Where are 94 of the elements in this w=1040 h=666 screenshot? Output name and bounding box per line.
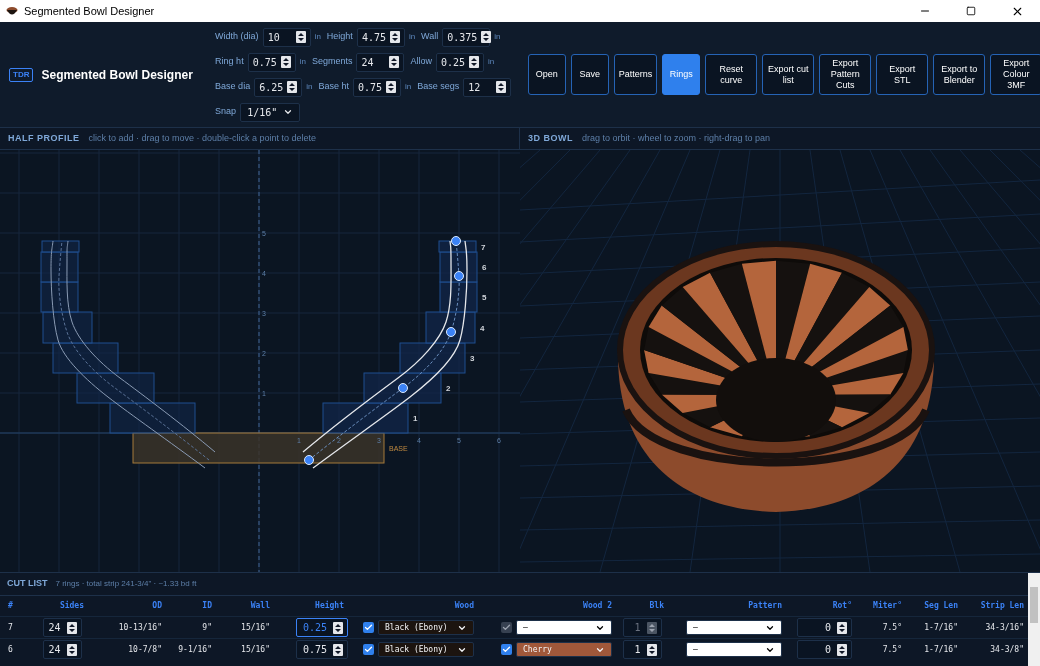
- table-cell-text: 1-7/16": [923, 643, 958, 656]
- unit-label: in: [404, 81, 412, 93]
- column-header: Strip Len: [979, 600, 1024, 612]
- wood-select[interactable]: Cherry: [516, 642, 612, 657]
- toolbar-button[interactable]: Reset curve: [705, 54, 758, 95]
- logo-badge: TDR: [9, 67, 34, 82]
- number-field[interactable]: 24: [356, 52, 405, 72]
- column-header: Wall: [249, 600, 270, 612]
- column-header: OD: [151, 600, 162, 612]
- wood-select[interactable]: Black (Ebony): [378, 642, 474, 657]
- snap-select[interactable]: 1/16": [240, 102, 301, 122]
- field-label: Base dia: [215, 80, 251, 94]
- wood-select[interactable]: Black (Ebony): [378, 620, 474, 635]
- ring-number: 4: [480, 323, 485, 333]
- table-cell-text: 1-7/16": [923, 621, 958, 634]
- window-title: Segmented Bowl Designer: [24, 3, 156, 19]
- toolbar-button[interactable]: Export Pattern Cuts: [819, 54, 872, 95]
- number-field[interactable]: 24: [42, 640, 82, 659]
- unit-label: in: [314, 31, 321, 43]
- ring-number: 3: [470, 354, 475, 363]
- ring-number: 7: [481, 243, 486, 252]
- unit-label: in: [494, 31, 501, 43]
- panel-title: HALF PROFILE: [8, 131, 80, 145]
- column-header: #: [8, 600, 14, 612]
- table-cell-text: 7.5°: [881, 643, 902, 656]
- table-cell-text: 10-13/16": [117, 621, 162, 634]
- column-header: Wood 2: [582, 600, 612, 612]
- field-label: Width (dia): [215, 30, 259, 44]
- column-header: Blk: [648, 600, 665, 612]
- field-label: Ring ht: [215, 55, 244, 69]
- number-field[interactable]: 1: [622, 640, 662, 659]
- toolbar-button[interactable]: Save: [570, 54, 609, 95]
- column-header: Pattern: [747, 600, 782, 612]
- ring-number: 5: [482, 293, 487, 302]
- toolbar-button[interactable]: Patterns: [613, 54, 658, 95]
- wood-select[interactable]: –: [516, 620, 612, 635]
- number-field[interactable]: 0: [797, 618, 852, 637]
- table-cell-text: 34-3/8": [989, 643, 1024, 656]
- column-header: Wood: [453, 600, 474, 612]
- table-cell-text: 34-3/16": [984, 621, 1024, 634]
- ring-number: 6: [482, 263, 487, 272]
- number-field[interactable]: 0.25: [435, 52, 484, 72]
- panel-title: CUT LIST: [7, 577, 48, 591]
- ring-number: 1: [413, 414, 418, 423]
- table-cell-text: 6: [8, 643, 14, 656]
- column-header: Rot°: [831, 600, 852, 612]
- wood-select[interactable]: –: [686, 642, 782, 657]
- panel-title: 3D BOWL: [528, 131, 573, 145]
- app-title: Segmented Bowl Designer: [41, 66, 193, 84]
- number-field[interactable]: 12: [463, 77, 512, 97]
- toolbar-button[interactable]: Export STL: [876, 54, 929, 95]
- field-label: Height: [326, 30, 353, 44]
- unit-label: in: [408, 31, 416, 43]
- column-header: Miter°: [872, 600, 902, 612]
- table-cell-text: 15/16": [240, 643, 270, 656]
- table-cell-text: 7.5°: [881, 621, 902, 634]
- number-field[interactable]: 10: [262, 27, 311, 47]
- column-header: Seg Len: [923, 600, 958, 612]
- ring-number: 2: [446, 384, 451, 393]
- field-label: Base ht: [318, 80, 349, 94]
- toolbar-button[interactable]: Export Colour 3MF: [990, 54, 1040, 95]
- table-cell-text: 9-1/16": [177, 643, 212, 656]
- panel-hint: drag to orbit · wheel to zoom · right-drag to pan: [582, 131, 771, 145]
- table-cell-text: 15/16": [240, 621, 270, 634]
- number-field[interactable]: 0.75: [247, 52, 296, 72]
- table-cell-text: 9": [201, 621, 212, 634]
- number-field[interactable]: 0: [797, 640, 852, 659]
- number-field[interactable]: 0.75: [296, 640, 348, 659]
- unit-label: in: [487, 56, 495, 68]
- panel-hint: click to add · drag to move · double-click a point to delete: [88, 131, 317, 145]
- toolbar-button[interactable]: Export to Blender: [933, 54, 986, 95]
- unit-label: in: [306, 81, 313, 93]
- panel-hint: 7 rings · total strip 241-3/4" · ~1.33 bd ft: [55, 578, 197, 590]
- column-header: Height: [314, 600, 345, 612]
- toolbar-button[interactable]: Open: [527, 54, 566, 95]
- unit-label: in: [299, 56, 306, 68]
- toolbar-button[interactable]: Export cut list: [762, 54, 815, 95]
- column-header: Sides: [58, 600, 85, 612]
- field-label: Allow: [410, 55, 432, 69]
- number-field[interactable]: 0.375: [442, 27, 491, 47]
- field-label: Wall: [421, 30, 439, 44]
- table-cell-text: 7: [8, 621, 14, 634]
- field-label: Segments: [311, 55, 353, 69]
- number-field[interactable]: 6.25: [254, 77, 303, 97]
- toolbar-button[interactable]: Rings: [662, 54, 701, 95]
- column-header: ID: [201, 600, 212, 612]
- number-field[interactable]: 0.75: [352, 77, 401, 97]
- number-field[interactable]: 4.75: [356, 27, 405, 47]
- number-field[interactable]: 24: [42, 618, 82, 637]
- wood-select[interactable]: –: [686, 620, 782, 635]
- field-label: Base segs: [417, 80, 460, 94]
- number-field[interactable]: 0.25: [296, 618, 348, 637]
- table-cell-text: 10-7/8": [127, 643, 162, 656]
- field-label: Snap: [215, 105, 237, 119]
